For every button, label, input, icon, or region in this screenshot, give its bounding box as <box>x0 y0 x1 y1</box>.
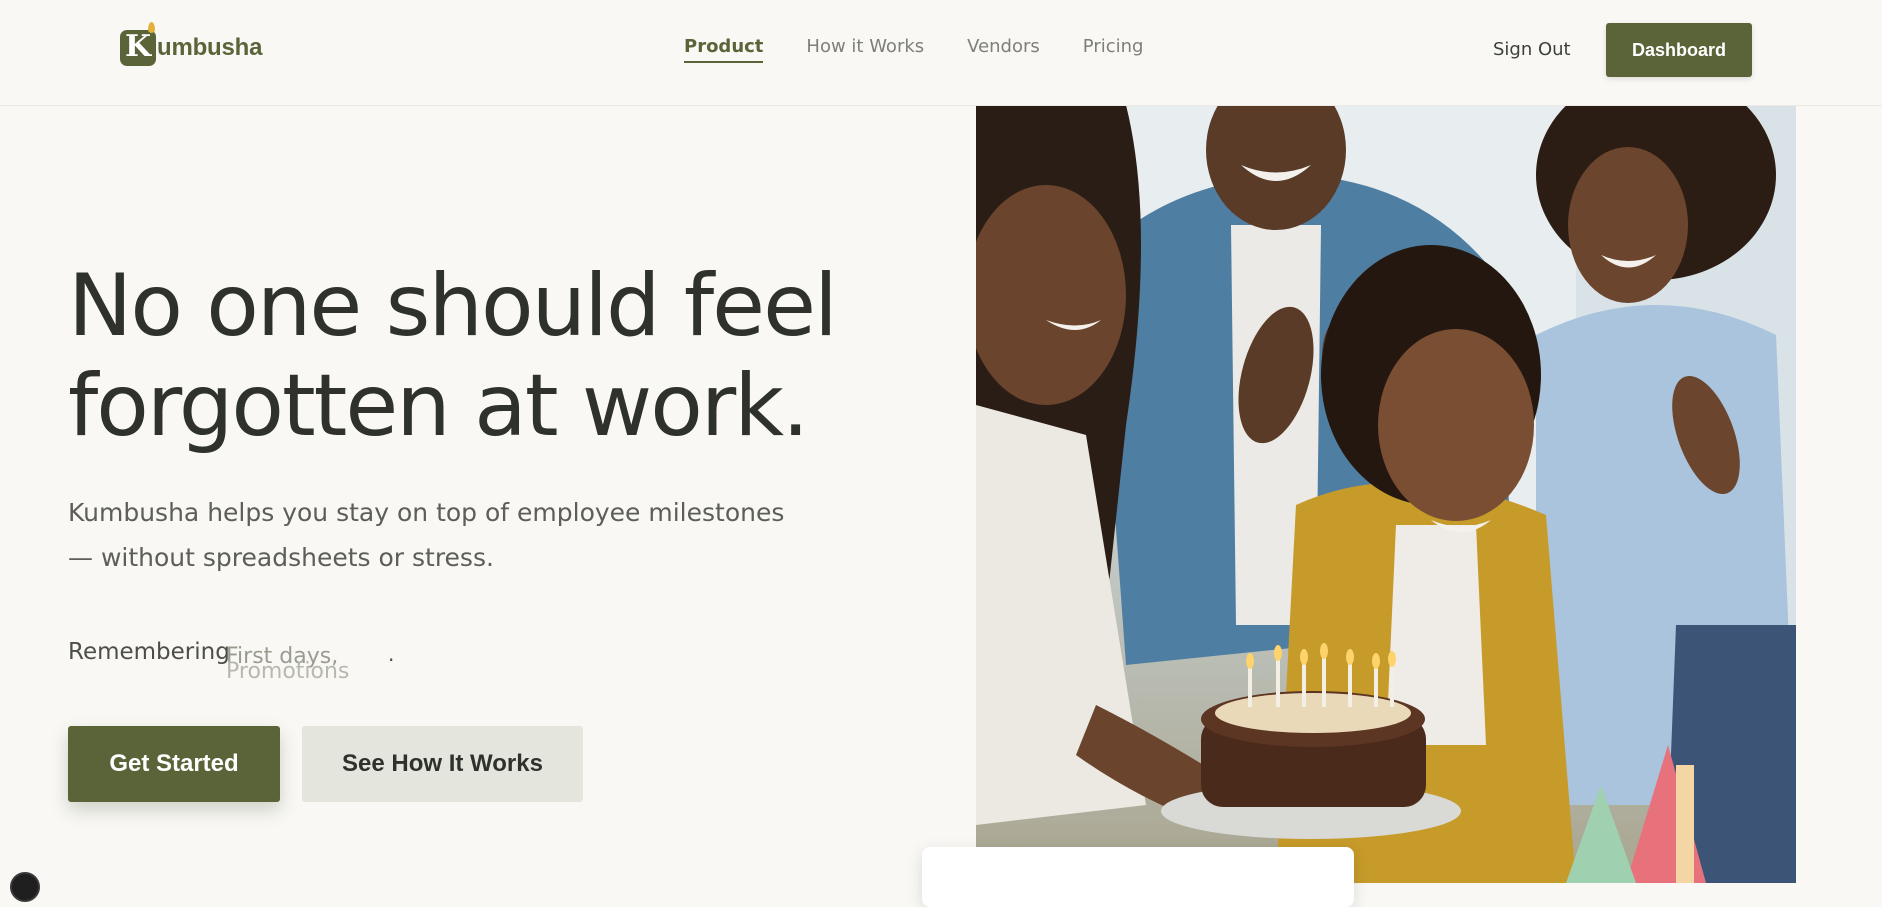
kumbusha-logo[interactable]: K umbusha <box>120 22 263 71</box>
circle-button-icon[interactable] <box>10 872 40 902</box>
logo-letter: K <box>124 29 152 64</box>
nav-link-product[interactable]: Product <box>684 36 764 63</box>
kumbusha-logo-icon: K <box>120 22 156 66</box>
hero-subtext: Kumbusha helps you stay on top of employ… <box>68 498 785 572</box>
hero-photo-birthday-celebration <box>976 105 1796 883</box>
floating-info-card <box>922 847 1354 907</box>
hero-photo-illustration <box>976 105 1796 883</box>
party-candle-decoration <box>1676 765 1694 883</box>
seated-woman-face <box>1378 329 1534 521</box>
flame-icon <box>148 22 155 33</box>
headline-line-1: No one should feel <box>68 256 838 356</box>
cake-frosting <box>1215 693 1411 733</box>
see-how-it-works-button[interactable]: See How It Works <box>302 726 583 802</box>
get-started-button[interactable]: Get Started <box>68 726 280 802</box>
headline-line-2: forgotten at work. <box>68 356 809 456</box>
rotating-word-2: Promotions <box>226 659 350 684</box>
nav-links: Product How it Works Vendors Pricing <box>684 36 1186 63</box>
nav-link-pricing[interactable]: Pricing <box>1083 36 1144 63</box>
nav-link-vendors[interactable]: Vendors <box>967 36 1040 63</box>
dashboard-button[interactable]: Dashboard <box>1606 23 1752 77</box>
top-navigation: K umbusha Product How it Works Vendors P… <box>0 0 1882 106</box>
trailing-dot: . <box>388 642 395 666</box>
logo-text: umbusha <box>157 34 263 61</box>
nav-link-how-it-works[interactable]: How it Works <box>806 36 924 63</box>
remembering-label: Remembering <box>68 639 230 665</box>
woman-right-face <box>1568 147 1688 303</box>
hero-headline: No one should feel forgotten at work. <box>68 256 838 456</box>
sign-out-link[interactable]: Sign Out <box>1493 39 1571 60</box>
rotating-milestone-text: First days, Promotions <box>226 646 349 683</box>
